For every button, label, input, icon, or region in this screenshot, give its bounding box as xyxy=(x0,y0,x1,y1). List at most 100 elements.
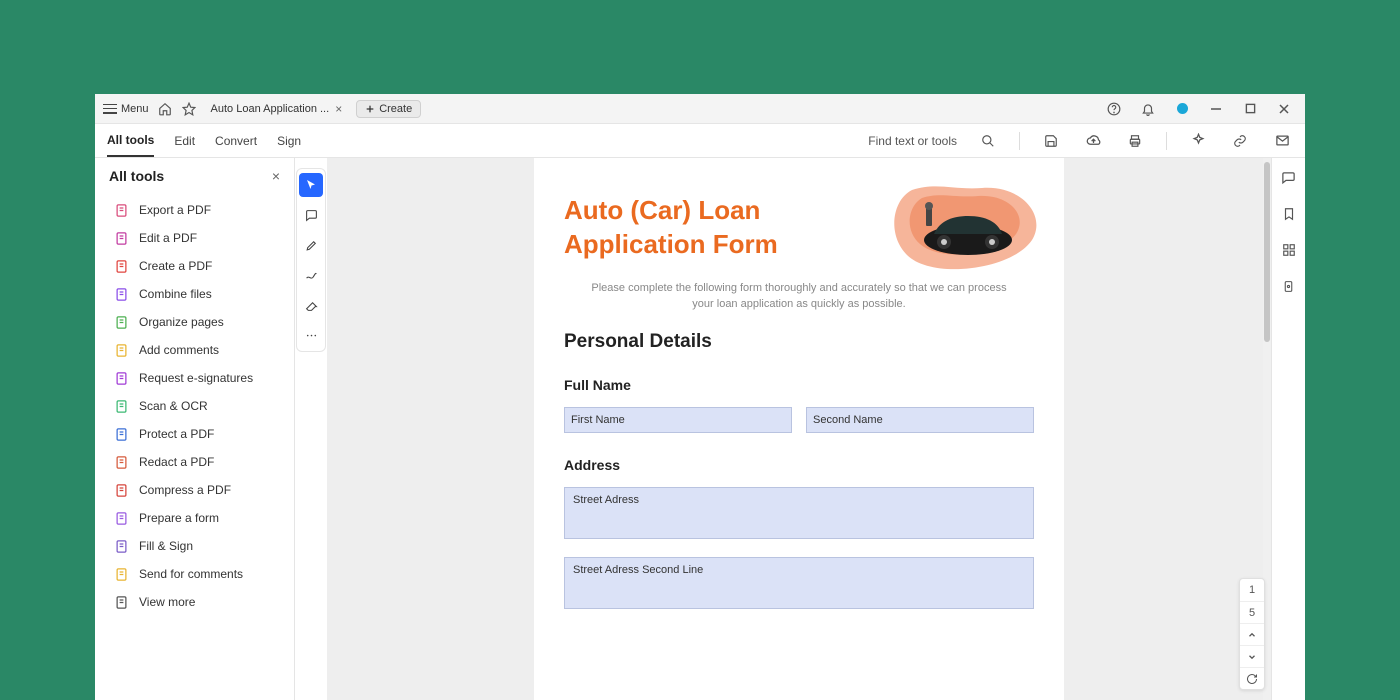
redact-pdf-icon xyxy=(113,454,129,470)
ai-icon[interactable] xyxy=(1187,130,1209,152)
window-minimize-icon[interactable] xyxy=(1203,97,1229,121)
menu-button[interactable]: Menu xyxy=(103,103,149,115)
sidebar-item-fill-sign[interactable]: Fill & Sign xyxy=(95,532,294,560)
tab-edit[interactable]: Edit xyxy=(174,126,195,156)
sidebar-item-view-more[interactable]: View more xyxy=(95,588,294,616)
sidebar-item-redact-a-pdf[interactable]: Redact a PDF xyxy=(95,448,294,476)
sidebar-item-prepare-a-form[interactable]: Prepare a form xyxy=(95,504,294,532)
tab-sign[interactable]: Sign xyxy=(277,126,301,156)
create-button[interactable]: Create xyxy=(356,100,421,118)
find-label: Find text or tools xyxy=(868,134,957,148)
sidebar-item-organize-pages[interactable]: Organize pages xyxy=(95,308,294,336)
panel-close-icon[interactable]: × xyxy=(272,168,280,184)
scrollbar-thumb[interactable] xyxy=(1264,162,1270,342)
street-address-field[interactable]: Street Adress xyxy=(564,487,1034,539)
sidebar-item-label: Prepare a form xyxy=(139,511,219,525)
view-more-icon xyxy=(113,594,129,610)
avatar-dot xyxy=(1177,103,1188,114)
comment-tool-icon[interactable] xyxy=(299,203,323,227)
sidebar-item-send-for-comments[interactable]: Send for comments xyxy=(95,560,294,588)
sidebar-item-scan-ocr[interactable]: Scan & OCR xyxy=(95,392,294,420)
send-comments-icon xyxy=(113,566,129,582)
sidebar-item-label: Combine files xyxy=(139,287,212,301)
window-maximize-icon[interactable] xyxy=(1237,97,1263,121)
bookmarks-panel-icon[interactable] xyxy=(1279,204,1299,224)
pdf-page: Auto (Car) Loan Application Form Please … xyxy=(534,158,1064,700)
erase-tool-icon[interactable] xyxy=(299,293,323,317)
export-pdf-icon xyxy=(113,202,129,218)
print-icon[interactable] xyxy=(1124,130,1146,152)
more-tools-icon[interactable] xyxy=(299,323,323,347)
window-close-icon[interactable] xyxy=(1271,97,1297,121)
highlight-tool-icon[interactable] xyxy=(299,233,323,257)
street-address-2-field[interactable]: Street Adress Second Line xyxy=(564,557,1034,609)
mail-icon[interactable] xyxy=(1271,130,1293,152)
create-label: Create xyxy=(379,103,412,115)
second-name-field[interactable]: Second Name xyxy=(806,407,1034,433)
create-pdf-icon xyxy=(113,258,129,274)
attachments-panel-icon[interactable] xyxy=(1279,276,1299,296)
sidebar-item-label: Redact a PDF xyxy=(139,455,214,469)
compress-pdf-icon xyxy=(113,482,129,498)
label-address: Address xyxy=(564,457,1034,473)
tab-convert[interactable]: Convert xyxy=(215,126,257,156)
edit-pdf-icon xyxy=(113,230,129,246)
quick-tool-strip xyxy=(295,158,327,700)
document-canvas[interactable]: Auto (Car) Loan Application Form Please … xyxy=(327,158,1271,700)
close-icon[interactable]: × xyxy=(335,102,342,116)
sidebar-item-label: Send for comments xyxy=(139,567,243,581)
sidebar-item-label: Fill & Sign xyxy=(139,539,193,553)
page-up-icon[interactable] xyxy=(1240,623,1264,645)
request-esign-icon xyxy=(113,370,129,386)
sidebar-item-edit-a-pdf[interactable]: Edit a PDF xyxy=(95,224,294,252)
draw-tool-icon[interactable] xyxy=(299,263,323,287)
first-name-field[interactable]: First Name xyxy=(564,407,792,433)
sidebar-item-add-comments[interactable]: Add comments xyxy=(95,336,294,364)
refresh-icon[interactable] xyxy=(1240,667,1264,689)
sidebar-item-label: Protect a PDF xyxy=(139,427,214,441)
sidebar-item-combine-files[interactable]: Combine files xyxy=(95,280,294,308)
profile-avatar[interactable] xyxy=(1169,97,1195,121)
cloud-upload-icon[interactable] xyxy=(1082,130,1104,152)
titlebar: Menu Auto Loan Application ... × Create xyxy=(95,94,1305,124)
home-icon[interactable] xyxy=(157,101,173,117)
scan-ocr-icon xyxy=(113,398,129,414)
tab-label: Auto Loan Application ... xyxy=(211,103,330,115)
toolbar: All tools Edit Convert Sign Find text or… xyxy=(95,124,1305,158)
thumbnails-panel-icon[interactable] xyxy=(1279,240,1299,260)
sidebar-item-export-a-pdf[interactable]: Export a PDF xyxy=(95,196,294,224)
sidebar-item-create-a-pdf[interactable]: Create a PDF xyxy=(95,252,294,280)
hamburger-icon xyxy=(103,104,117,114)
sidebar-item-label: Compress a PDF xyxy=(139,483,231,497)
page-current[interactable]: 1 xyxy=(1240,579,1264,601)
sidebar-item-request-e-signatures[interactable]: Request e-signatures xyxy=(95,364,294,392)
car-illustration xyxy=(882,180,1042,275)
link-icon[interactable] xyxy=(1229,130,1251,152)
combine-files-icon xyxy=(113,286,129,302)
menu-label: Menu xyxy=(121,103,149,115)
sidebar-item-label: Organize pages xyxy=(139,315,224,329)
left-panel: All tools × Export a PDFEdit a PDFCreate… xyxy=(95,158,295,700)
page-navigator: 1 5 xyxy=(1239,578,1265,690)
tab-all-tools[interactable]: All tools xyxy=(107,125,154,157)
sidebar-item-label: Edit a PDF xyxy=(139,231,197,245)
help-icon[interactable] xyxy=(1101,97,1127,121)
organize-pages-icon xyxy=(113,314,129,330)
search-icon[interactable] xyxy=(977,130,999,152)
fill-sign-icon xyxy=(113,538,129,554)
comments-panel-icon[interactable] xyxy=(1279,168,1299,188)
bell-icon[interactable] xyxy=(1135,97,1161,121)
main-area: All tools × Export a PDFEdit a PDFCreate… xyxy=(95,158,1305,700)
document-tab[interactable]: Auto Loan Application ... × xyxy=(205,94,349,123)
sidebar-item-label: Request e-signatures xyxy=(139,371,253,385)
sidebar-item-label: Export a PDF xyxy=(139,203,211,217)
tool-list: Export a PDF Edit a PDF Create a PDF Combin… xyxy=(95,194,294,618)
selection-tool-icon[interactable] xyxy=(299,173,323,197)
save-icon[interactable] xyxy=(1040,130,1062,152)
label-full-name: Full Name xyxy=(564,377,1034,393)
section-personal-details: Personal Details xyxy=(564,331,1034,353)
sidebar-item-protect-a-pdf[interactable]: Protect a PDF xyxy=(95,420,294,448)
sidebar-item-compress-a-pdf[interactable]: Compress a PDF xyxy=(95,476,294,504)
star-icon[interactable] xyxy=(181,101,197,117)
page-down-icon[interactable] xyxy=(1240,645,1264,667)
